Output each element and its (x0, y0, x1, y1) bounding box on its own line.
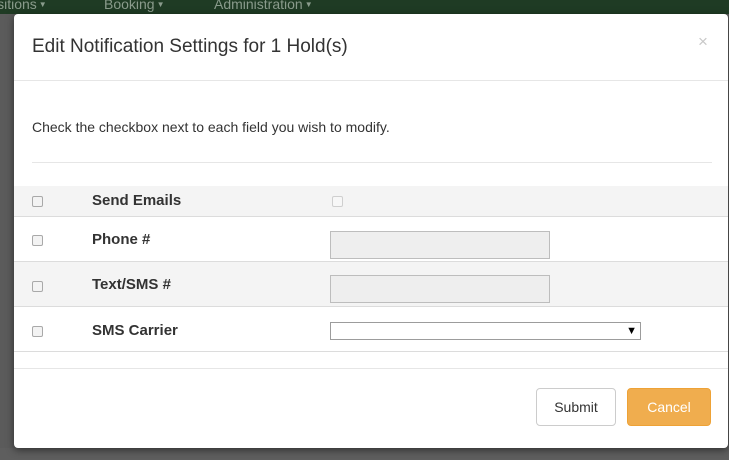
caret-down-icon: ▼ (304, 0, 313, 9)
footer-divider (14, 368, 728, 369)
nav-item-booking[interactable]: Booking ▼ (104, 0, 165, 12)
header-divider (14, 80, 728, 81)
text-sms-input[interactable] (330, 275, 550, 303)
field-label: Send Emails (92, 192, 182, 209)
cancel-button[interactable]: Cancel (627, 388, 711, 426)
phone-input[interactable] (330, 231, 550, 259)
field-label: Phone # (92, 231, 151, 248)
sms-carrier-modify-checkbox[interactable] (32, 326, 43, 337)
submit-button[interactable]: Submit (536, 388, 616, 426)
dropdown-arrow-icon: ▼ (626, 325, 637, 337)
nav-item-label: Administration (214, 0, 303, 12)
instructions-divider (32, 162, 712, 163)
phone-modify-checkbox[interactable] (32, 235, 43, 246)
row-divider (14, 351, 728, 352)
close-icon[interactable]: × (698, 32, 708, 52)
navbar: isitions▼ Booking▼ Administration▼ (0, 0, 729, 14)
modal-backdrop-bottom[interactable] (0, 448, 729, 460)
nav-item-administration[interactable]: Administration ▼ (214, 0, 313, 12)
modal-backdrop-left[interactable] (0, 14, 14, 460)
send-emails-modify-checkbox[interactable] (32, 196, 43, 207)
nav-item-acquisitions[interactable]: isitions▼ (0, 0, 47, 12)
field-label: Text/SMS # (92, 276, 171, 293)
notification-settings-modal: Edit Notification Settings for 1 Hold(s)… (14, 14, 728, 448)
modal-title: Edit Notification Settings for 1 Hold(s) (32, 36, 348, 57)
field-label: SMS Carrier (92, 322, 178, 339)
field-row-send-emails: Send Emails (14, 186, 728, 216)
text-sms-modify-checkbox[interactable] (32, 281, 43, 292)
instructions-text: Check the checkbox next to each field yo… (32, 119, 390, 135)
field-row-text-sms: Text/SMS # (14, 262, 728, 306)
nav-item-label: isitions (0, 0, 37, 12)
field-row-phone: Phone # (14, 217, 728, 261)
nav-item-label: Booking (104, 0, 155, 12)
send-emails-checkbox (332, 196, 343, 207)
caret-down-icon: ▼ (156, 0, 165, 9)
caret-down-icon: ▼ (38, 0, 47, 9)
sms-carrier-select[interactable]: ▼ (330, 322, 641, 340)
